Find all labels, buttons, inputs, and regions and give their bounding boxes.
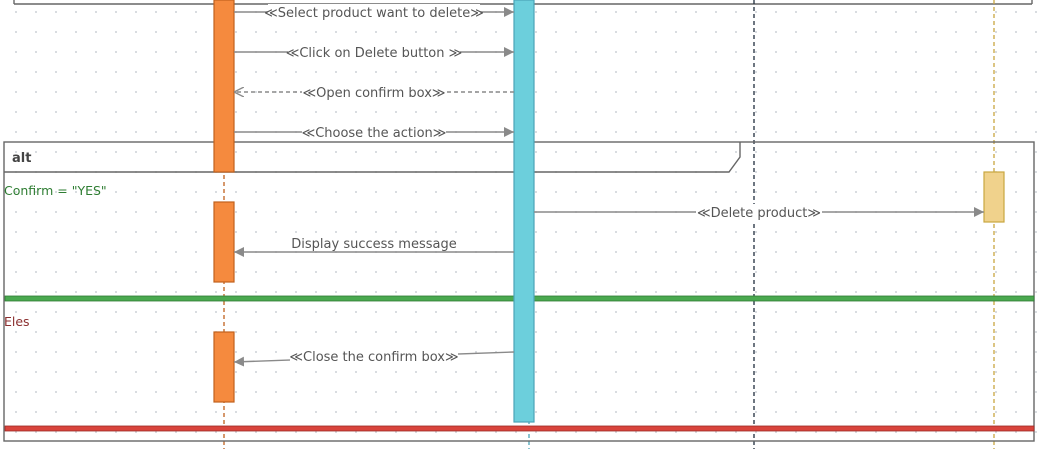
alt-operator-label: alt (12, 151, 31, 166)
message-close-confirm-box: ≪Close the confirm box≫ (233, 348, 515, 367)
message-label: ≪Select product want to delete≫ (264, 6, 484, 21)
guard-else: Eles (4, 314, 30, 329)
message-label: ≪Close the confirm box≫ (289, 350, 458, 365)
end-separator (4, 425, 1035, 432)
sequence-diagram-canvas: alt Confirm = "YES" Eles ≪Select product… (0, 0, 1040, 449)
message-label: ≪Click on Delete button ≫ (286, 46, 463, 61)
guard-confirm-yes: Confirm = "YES" (4, 183, 107, 198)
message-open-confirm-box: ≪Open confirm box≫ (234, 84, 514, 101)
alt-operator-tab (4, 142, 741, 173)
message-select-product: ≪Select product want to delete≫ (234, 4, 514, 21)
message-label: ≪Choose the action≫ (302, 126, 447, 141)
message-display-success: Display success message (234, 234, 514, 257)
message-click-delete: ≪Click on Delete button ≫ (234, 44, 514, 61)
activation-database (983, 171, 1005, 223)
message-label: ≪Open confirm box≫ (302, 86, 445, 101)
activation-user-2 (213, 201, 235, 283)
message-label: ≪Delete product≫ (697, 206, 821, 221)
message-delete-product: ≪Delete product≫ (534, 204, 984, 221)
message-label: Display success message (291, 237, 456, 252)
sequence-diagram: alt Confirm = "YES" Eles ≪Select product… (3, 0, 1035, 449)
message-choose-action: ≪Choose the action≫ (234, 124, 514, 141)
activation-user-1 (213, 0, 235, 173)
activation-user-3 (213, 331, 235, 403)
activation-system (513, 0, 535, 423)
